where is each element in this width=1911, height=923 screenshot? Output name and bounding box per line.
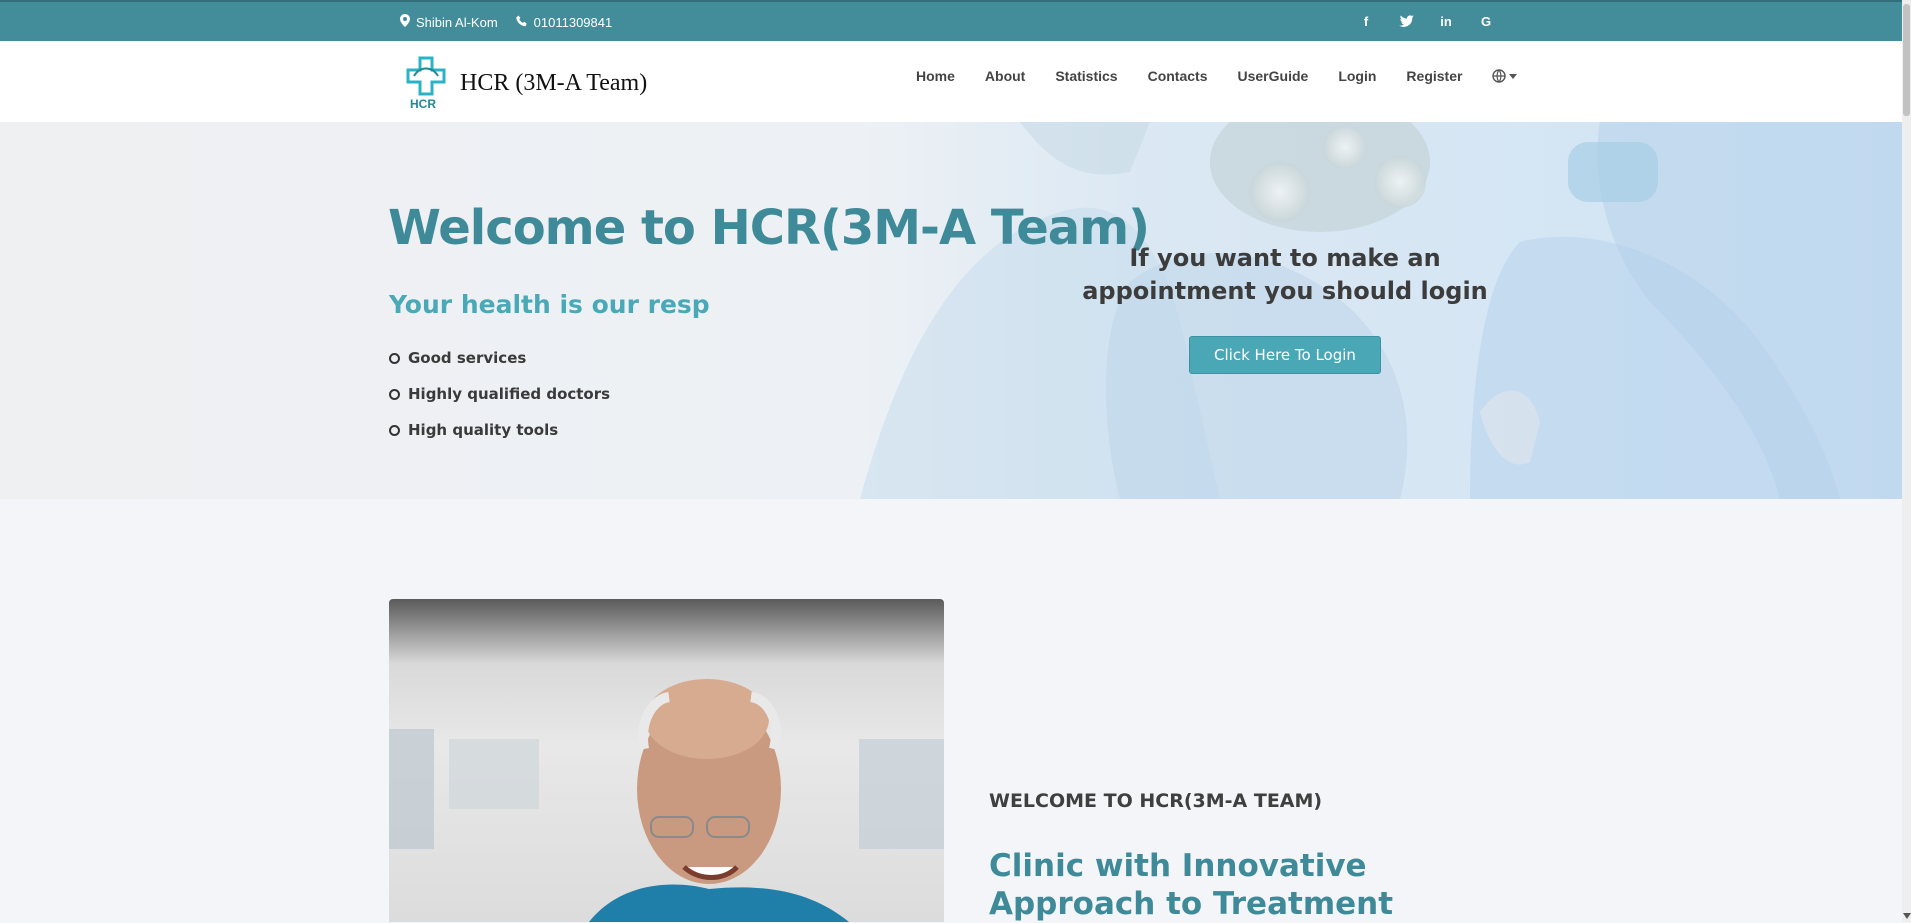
nav-login[interactable]: Login xyxy=(1338,68,1376,84)
circle-bullet-icon xyxy=(389,352,400,364)
top-info-bar: Shibin Al-Kom 01011309841 f in G xyxy=(0,0,1902,41)
phone-info: 01011309841 xyxy=(515,14,613,30)
nav-about[interactable]: About xyxy=(985,68,1025,84)
main-navbar: HCR HCR (3M-A Team) Home About Statistic… xyxy=(0,41,1902,123)
map-pin-icon xyxy=(400,14,410,30)
feature-item: High quality tools xyxy=(389,412,610,448)
about-kicker: WELCOME TO HCR(3M-A TEAM) xyxy=(989,790,1323,812)
hero-subtitle: Your health is our resp xyxy=(389,290,710,319)
feature-list: Good services Highly qualified doctors H… xyxy=(389,340,610,448)
hero-section: Welcome to HCR(3M-A Team) Your health is… xyxy=(0,122,1902,499)
svg-text:HCR: HCR xyxy=(410,97,436,111)
feature-item: Highly qualified doctors xyxy=(389,376,610,412)
globe-icon xyxy=(1492,69,1507,83)
linkedin-icon[interactable]: in xyxy=(1438,13,1454,29)
google-icon[interactable]: G xyxy=(1478,13,1494,29)
login-cta-button[interactable]: Click Here To Login xyxy=(1189,336,1381,374)
about-title: Clinic with Innovative Approach to Treat… xyxy=(989,848,1394,922)
brand-name[interactable]: HCR (3M-A Team) xyxy=(460,70,647,97)
caret-down-icon xyxy=(1509,73,1518,79)
appointment-cta: If you want to make an appointment you s… xyxy=(1060,242,1510,374)
language-dropdown[interactable] xyxy=(1492,69,1518,83)
location-info: Shibin Al-Kom xyxy=(400,14,498,30)
circle-bullet-icon xyxy=(389,388,400,400)
scroll-down-arrow-icon[interactable] xyxy=(1903,913,1911,919)
phone-icon xyxy=(515,15,528,30)
twitter-icon[interactable] xyxy=(1398,13,1414,29)
nav-statistics[interactable]: Statistics xyxy=(1055,68,1117,84)
hcr-logo[interactable]: HCR xyxy=(404,56,448,114)
location-text: Shibin Al-Kom xyxy=(416,14,498,30)
cta-text: If you want to make an appointment you s… xyxy=(1082,244,1488,305)
doctor-photo xyxy=(389,599,944,922)
nav-userguide[interactable]: UserGuide xyxy=(1238,68,1309,84)
feature-item: Good services xyxy=(389,340,610,376)
surgeons-background-image xyxy=(860,122,1902,499)
hero-title: Welcome to HCR(3M-A Team) xyxy=(388,200,1150,256)
circle-bullet-icon xyxy=(389,424,400,436)
nav-contacts[interactable]: Contacts xyxy=(1148,68,1208,84)
nav-register[interactable]: Register xyxy=(1406,68,1462,84)
doctor-photo-art xyxy=(389,679,944,922)
phone-text: 01011309841 xyxy=(533,14,613,30)
nav-home[interactable]: Home xyxy=(916,68,955,84)
nav-menu: Home About Statistics Contacts UserGuide… xyxy=(916,68,1518,84)
facebook-icon[interactable]: f xyxy=(1358,13,1374,29)
page-scrollbar[interactable] xyxy=(1902,0,1911,922)
scrollbar-thumb[interactable] xyxy=(1903,4,1910,116)
